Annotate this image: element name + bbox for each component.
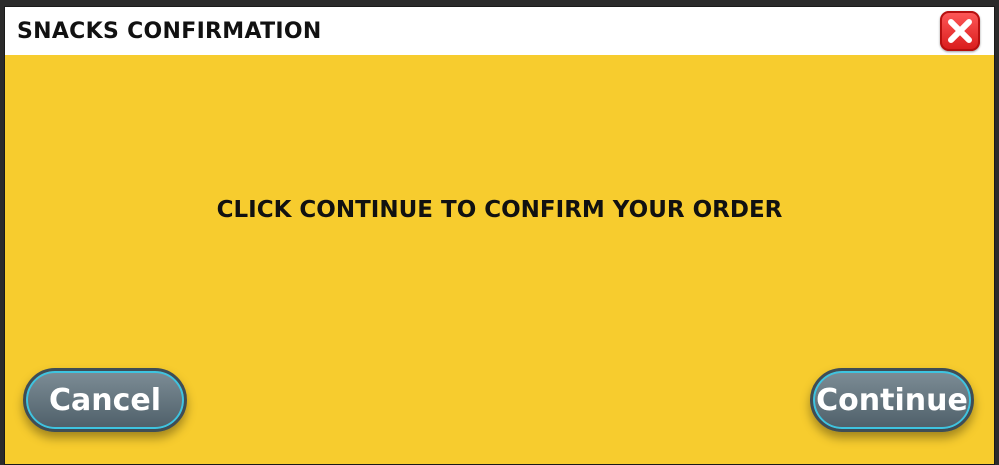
cancel-button[interactable]: Cancel bbox=[23, 368, 187, 432]
close-button[interactable] bbox=[940, 11, 980, 51]
dialog-title: SNACKS CONFIRMATION bbox=[17, 19, 322, 44]
confirmation-message: CLICK CONTINUE TO CONFIRM YOUR ORDER bbox=[216, 197, 783, 223]
continue-button[interactable]: Continue bbox=[810, 368, 974, 432]
close-icon bbox=[948, 19, 972, 43]
snacks-confirmation-dialog: SNACKS CONFIRMATION CLICK CONTINUE TO CO… bbox=[4, 6, 995, 465]
title-bar: SNACKS CONFIRMATION bbox=[5, 7, 994, 55]
